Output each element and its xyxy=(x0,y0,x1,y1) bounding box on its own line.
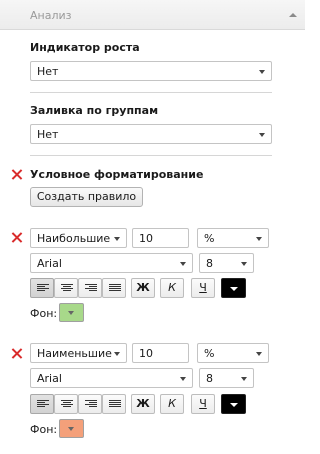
chevron-down-icon xyxy=(114,237,120,241)
chevron-down-icon xyxy=(259,133,265,137)
align-justify-icon xyxy=(109,400,121,409)
rule-unit-select[interactable]: % xyxy=(197,228,269,248)
align-center-button[interactable] xyxy=(54,394,78,414)
growth-indicator-label: Индикатор роста xyxy=(30,41,140,54)
group-fill-value: Нет xyxy=(37,128,59,141)
chevron-down-icon xyxy=(256,237,262,241)
rule-count-input[interactable]: 10 xyxy=(132,228,189,248)
underline-button[interactable]: Ч xyxy=(191,394,215,414)
align-center-icon xyxy=(61,284,73,293)
font-size-select[interactable]: 8 xyxy=(199,253,254,273)
conditional-formatting-label: Условное форматирование xyxy=(30,168,204,181)
italic-button[interactable]: К xyxy=(160,394,184,414)
rule-unit-value: % xyxy=(204,347,215,360)
chevron-down-icon xyxy=(68,311,74,315)
align-left-button[interactable] xyxy=(30,394,54,414)
remove-rule-icon[interactable] xyxy=(11,348,22,359)
chevron-down-icon xyxy=(241,377,247,381)
font-size-value: 8 xyxy=(206,372,213,385)
font-family-select[interactable]: Arial xyxy=(30,368,193,388)
font-family-select[interactable]: Arial xyxy=(30,253,193,273)
align-left-icon xyxy=(37,400,49,409)
chevron-down-icon xyxy=(230,287,238,291)
background-color-button[interactable] xyxy=(59,419,84,438)
panel-title: Анализ xyxy=(30,9,72,22)
create-rule-button[interactable]: Создать правило xyxy=(30,187,143,207)
align-center-button[interactable] xyxy=(54,278,78,298)
background-color-button[interactable] xyxy=(59,303,84,322)
bold-button[interactable]: Ж xyxy=(131,394,155,414)
group-fill-select[interactable]: Нет xyxy=(30,124,272,144)
collapse-arrow-icon[interactable] xyxy=(289,13,297,17)
remove-rule-icon[interactable] xyxy=(11,232,22,243)
background-label: Фон: xyxy=(30,307,58,320)
chevron-down-icon xyxy=(114,352,120,356)
chevron-down-icon xyxy=(68,427,74,431)
growth-indicator-value: Нет xyxy=(37,65,59,78)
text-color-button[interactable] xyxy=(221,394,246,414)
rule-count-value: 10 xyxy=(139,232,153,245)
align-justify-icon xyxy=(109,284,121,293)
background-label: Фон: xyxy=(30,423,58,436)
align-right-icon xyxy=(85,400,97,409)
align-left-icon xyxy=(37,284,49,293)
chevron-down-icon xyxy=(256,352,262,356)
divider xyxy=(30,155,272,156)
rule-type-select[interactable]: Наибольшие xyxy=(30,228,127,248)
chevron-down-icon xyxy=(180,377,186,381)
analysis-panel-header[interactable]: Анализ xyxy=(0,0,305,30)
font-size-select[interactable]: 8 xyxy=(199,368,254,388)
align-right-button[interactable] xyxy=(78,394,102,414)
chevron-down-icon xyxy=(259,70,265,74)
rule-count-value: 10 xyxy=(139,347,153,360)
align-justify-button[interactable] xyxy=(102,394,126,414)
rule-type-value: Наибольшие xyxy=(37,232,111,245)
underline-button[interactable]: Ч xyxy=(191,278,215,298)
rule-unit-value: % xyxy=(204,232,215,245)
font-family-value: Arial xyxy=(37,372,62,385)
bold-button[interactable]: Ж xyxy=(131,278,155,298)
rule-unit-select[interactable]: % xyxy=(197,343,269,363)
growth-indicator-select[interactable]: Нет xyxy=(30,61,272,81)
align-right-icon xyxy=(85,284,97,293)
rule-type-value: Наименьшие xyxy=(37,347,112,360)
align-center-icon xyxy=(61,400,73,409)
group-fill-label: Заливка по группам xyxy=(30,104,159,117)
text-color-button[interactable] xyxy=(221,278,246,298)
italic-button[interactable]: К xyxy=(160,278,184,298)
font-family-value: Arial xyxy=(37,257,62,270)
font-size-value: 8 xyxy=(206,257,213,270)
align-left-button[interactable] xyxy=(30,278,54,298)
divider xyxy=(30,92,272,93)
align-justify-button[interactable] xyxy=(102,278,126,298)
rule-type-select[interactable]: Наименьшие xyxy=(30,343,127,363)
chevron-down-icon xyxy=(230,403,238,407)
chevron-down-icon xyxy=(180,262,186,266)
rule-count-input[interactable]: 10 xyxy=(132,343,189,363)
remove-conditional-formatting-icon[interactable] xyxy=(11,169,22,180)
align-right-button[interactable] xyxy=(78,278,102,298)
chevron-down-icon xyxy=(241,262,247,266)
